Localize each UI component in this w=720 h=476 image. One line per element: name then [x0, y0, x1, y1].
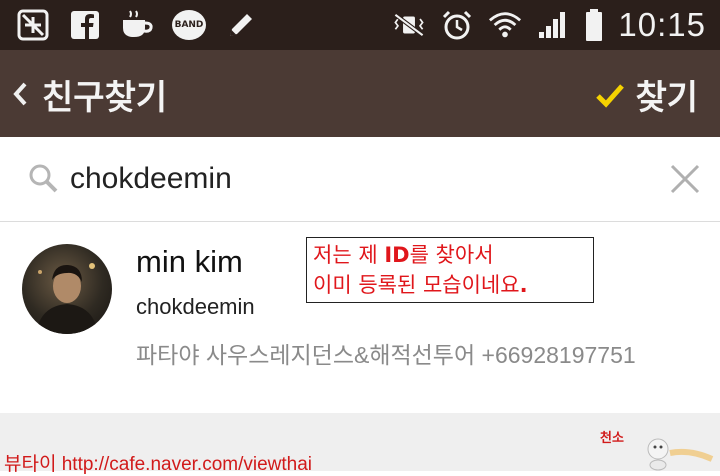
band-app-icon: BAND — [172, 10, 206, 40]
status-bar: BAND 10:15 — [0, 0, 720, 50]
coffee-cup-icon — [120, 8, 154, 42]
chevron-left-icon[interactable] — [10, 74, 32, 114]
annotation-box: 저는 제 ID를 찾아서 이미 등록된 모습이네요. — [306, 237, 594, 303]
footer: 뷰타이 http://cafe.naver.com/viewthai 천소 — [0, 413, 720, 475]
friend-id: chokdeemin — [136, 294, 255, 319]
notification-icons: BAND — [16, 8, 258, 42]
status-time: 10:15 — [618, 6, 706, 43]
search-input[interactable] — [70, 157, 630, 201]
find-button-label: 찾기 — [635, 78, 698, 118]
page-title: 친구찾기 — [42, 78, 168, 118]
friend-name: min kim — [136, 244, 243, 279]
wifi-icon — [488, 8, 522, 42]
pencil-icon — [224, 8, 258, 42]
signal-icon — [536, 8, 570, 42]
close-icon[interactable] — [668, 162, 702, 196]
title-bar: 친구찾기 찾기 — [0, 50, 720, 137]
watermark-text: 뷰타이 http://cafe.naver.com/viewthai — [4, 454, 313, 475]
airplane-off-icon — [16, 8, 50, 42]
annotation-line-2: 이미 등록된 모습이네요. — [313, 273, 528, 297]
avatar — [22, 244, 112, 334]
vibrate-mute-icon — [392, 8, 426, 42]
check-icon — [596, 83, 625, 108]
find-button[interactable]: 찾기 — [595, 70, 698, 119]
friend-status-message: 파타야 사우스레지던스&해적선투어 +66928197751 — [136, 342, 636, 368]
facebook-icon — [68, 8, 102, 42]
system-icons: 10:15 — [392, 4, 706, 46]
battery-icon — [584, 8, 604, 42]
alarm-icon — [440, 8, 474, 42]
mascot-logo-icon — [647, 438, 714, 471]
annotation-line-1: 저는 제 ID를 찾아서 — [313, 243, 494, 267]
search-bar — [0, 137, 720, 222]
search-icon — [29, 164, 58, 193]
